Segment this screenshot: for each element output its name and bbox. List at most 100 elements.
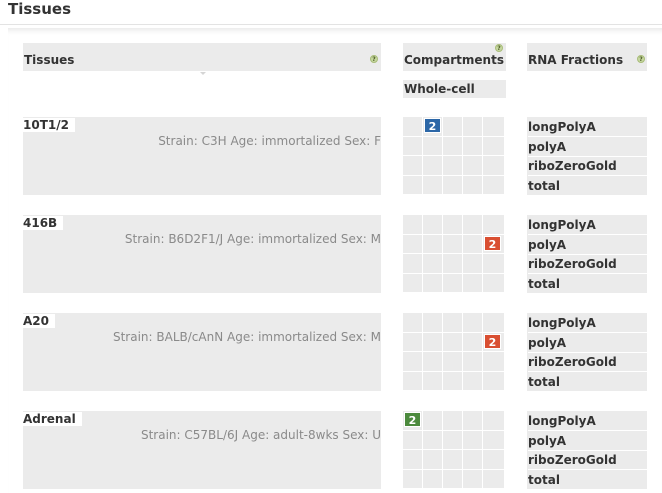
grid-cell[interactable] (483, 254, 505, 274)
rna-fraction-item[interactable]: polyA (528, 137, 647, 157)
count-badge[interactable]: 2 (404, 412, 421, 427)
grid-cell[interactable] (423, 352, 443, 372)
grid-cell[interactable] (403, 332, 423, 352)
grid-cell[interactable] (423, 411, 443, 431)
grid-cell[interactable] (463, 352, 483, 372)
grid-cell[interactable] (483, 215, 505, 235)
grid-cell[interactable] (423, 254, 443, 274)
grid-cell[interactable] (403, 430, 423, 450)
grid-cell[interactable] (443, 352, 463, 372)
grid-cell[interactable] (443, 469, 463, 489)
grid-cell[interactable] (423, 156, 443, 176)
grid-cell[interactable] (443, 411, 463, 431)
help-icon[interactable]: ? (495, 44, 503, 52)
grid-cell[interactable] (443, 430, 463, 450)
grid-cell[interactable] (423, 273, 443, 293)
grid-cell[interactable] (443, 156, 463, 176)
grid-cell[interactable] (423, 430, 443, 450)
tissue-name[interactable]: 416B (23, 216, 64, 230)
grid-cell[interactable] (403, 136, 423, 156)
grid-cell[interactable] (443, 175, 463, 195)
grid-cell[interactable] (423, 313, 443, 333)
tissue-name[interactable]: Adrenal (23, 412, 82, 426)
tissue-row[interactable] (23, 313, 381, 391)
grid-cell[interactable] (403, 175, 423, 195)
grid-cell[interactable] (403, 450, 423, 470)
grid-cell[interactable] (403, 117, 423, 137)
help-icon[interactable]: ? (637, 55, 645, 63)
tissue-name[interactable]: A20 (23, 314, 55, 328)
count-badge[interactable]: 2 (484, 235, 501, 251)
grid-cell[interactable] (483, 313, 505, 333)
grid-cell[interactable] (403, 313, 423, 333)
grid-cell[interactable] (443, 313, 463, 333)
grid-cell[interactable] (463, 273, 483, 293)
grid-cell[interactable] (403, 254, 423, 274)
grid-cell[interactable] (423, 332, 443, 352)
rna-fraction-item[interactable]: polyA (528, 235, 647, 255)
grid-cell[interactable] (443, 234, 463, 254)
grid-cell[interactable] (463, 136, 483, 156)
grid-cell[interactable] (463, 469, 483, 489)
rna-fraction-item[interactable]: longPolyA (528, 411, 647, 431)
tissue-name[interactable]: 10T1/2 (23, 118, 75, 132)
grid-cell[interactable] (483, 411, 505, 431)
grid-cell[interactable] (463, 117, 483, 137)
grid-cell[interactable] (463, 313, 483, 333)
grid-cell[interactable] (403, 215, 423, 235)
count-badge[interactable]: 2 (484, 333, 501, 349)
rna-fraction-item[interactable]: total (528, 470, 647, 490)
grid-cell[interactable] (403, 234, 423, 254)
rna-fraction-item[interactable]: riboZeroGold (528, 352, 647, 372)
grid-cell[interactable] (443, 136, 463, 156)
rna-fraction-item[interactable]: longPolyA (528, 313, 647, 333)
grid-cell[interactable] (483, 469, 505, 489)
grid-cell[interactable] (483, 371, 505, 391)
grid-cell[interactable] (443, 254, 463, 274)
tissue-row[interactable] (23, 215, 381, 293)
grid-cell[interactable] (483, 273, 505, 293)
grid-cell[interactable] (463, 215, 483, 235)
grid-cell[interactable] (423, 136, 443, 156)
tissues-column-header[interactable]: Tissues ? (23, 43, 381, 75)
grid-cell[interactable] (443, 371, 463, 391)
help-icon[interactable]: ? (370, 55, 378, 63)
grid-cell[interactable] (443, 332, 463, 352)
grid-cell[interactable] (483, 430, 505, 450)
rna-fraction-item[interactable]: polyA (528, 431, 647, 451)
grid-cell[interactable] (483, 156, 505, 176)
grid-cell[interactable] (463, 411, 483, 431)
rna-fraction-item[interactable]: longPolyA (528, 117, 647, 137)
compartments-column-header[interactable]: Compartments ? (403, 43, 506, 71)
rna-fraction-item[interactable]: polyA (528, 333, 647, 353)
grid-cell[interactable] (483, 117, 505, 137)
grid-cell[interactable] (403, 273, 423, 293)
rna-fraction-item[interactable]: longPolyA (528, 215, 647, 235)
grid-cell[interactable] (463, 332, 483, 352)
grid-cell[interactable] (443, 117, 463, 137)
grid-cell[interactable] (403, 469, 423, 489)
grid-cell[interactable] (443, 273, 463, 293)
grid-cell[interactable] (423, 234, 443, 254)
grid-cell[interactable] (403, 352, 423, 372)
tissue-row[interactable] (23, 117, 381, 195)
grid-cell[interactable] (423, 175, 443, 195)
grid-cell[interactable] (463, 156, 483, 176)
rna-fraction-item[interactable]: riboZeroGold (528, 156, 647, 176)
grid-cell[interactable] (463, 175, 483, 195)
rna-fraction-item[interactable]: total (528, 274, 647, 294)
grid-cell[interactable] (483, 450, 505, 470)
grid-cell[interactable] (463, 371, 483, 391)
grid-cell[interactable] (463, 254, 483, 274)
grid-cell[interactable] (403, 156, 423, 176)
grid-cell[interactable] (483, 175, 505, 195)
grid-cell[interactable] (423, 450, 443, 470)
grid-cell[interactable] (423, 371, 443, 391)
rna-fraction-item[interactable]: riboZeroGold (528, 254, 647, 274)
count-badge[interactable]: 2 (424, 118, 441, 133)
grid-cell[interactable] (463, 450, 483, 470)
grid-cell[interactable] (483, 136, 505, 156)
rna-fraction-item[interactable]: total (528, 372, 647, 392)
grid-cell[interactable] (423, 215, 443, 235)
rna-fractions-column-header[interactable]: RNA Fractions ? (527, 43, 647, 71)
